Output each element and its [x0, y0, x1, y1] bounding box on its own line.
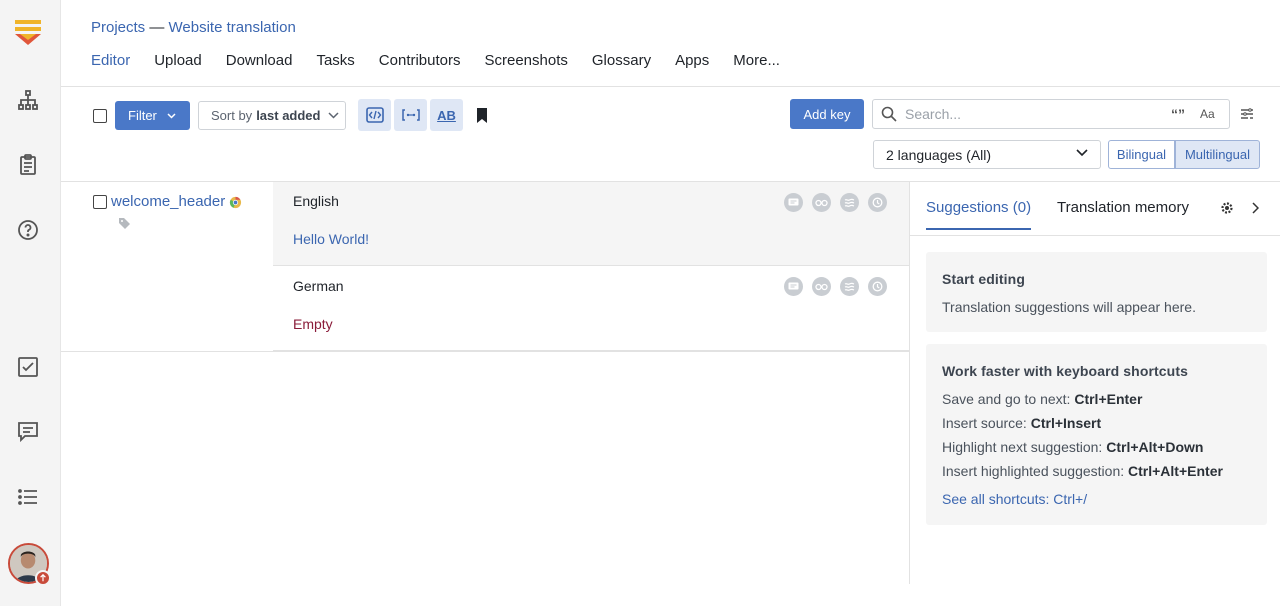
card-text: Translation suggestions will appear here…: [942, 299, 1196, 315]
code-icon: [365, 107, 384, 123]
language-label: German: [293, 278, 344, 294]
placeholders-button[interactable]: [394, 99, 427, 131]
tab-screenshots[interactable]: Screenshots: [485, 52, 568, 75]
search-icon: [881, 106, 897, 122]
tab-suggestions[interactable]: Suggestions (0): [926, 199, 1032, 230]
tab-glossary[interactable]: Glossary: [592, 52, 651, 75]
chevron-down-icon: [167, 112, 176, 119]
sitemap-icon[interactable]: [14, 86, 42, 114]
sort-dropdown[interactable]: Sort by last added: [198, 101, 346, 130]
layout-settings-icon[interactable]: [1240, 107, 1254, 121]
filter-button[interactable]: Filter: [115, 101, 190, 130]
preview-icon[interactable]: [812, 277, 831, 296]
search-input[interactable]: [905, 106, 1155, 122]
case-sensitive-toggle[interactable]: Aa: [1200, 107, 1215, 121]
multilingual-toggle[interactable]: Multilingual: [1175, 140, 1260, 169]
app-logo-icon[interactable]: [14, 18, 42, 48]
app: Projects — Website translation Editor Up…: [0, 0, 1280, 606]
row-actions: [784, 277, 887, 296]
chrome-icon: [229, 196, 242, 209]
clipboard-icon[interactable]: [14, 151, 42, 179]
gear-icon[interactable]: [1220, 201, 1234, 215]
card-title: Start editing: [942, 271, 1025, 287]
spellcheck-icon: AB: [437, 107, 456, 123]
tab-download[interactable]: Download: [226, 52, 293, 75]
tab-editor[interactable]: Editor: [91, 52, 130, 75]
see-all-shortcuts-link[interactable]: See all shortcuts: Ctrl+/: [942, 491, 1087, 507]
translation-row-german[interactable]: German Empty: [273, 266, 910, 351]
chevron-down-icon: [328, 112, 340, 119]
shortcuts-card: Work faster with keyboard shortcuts Save…: [926, 344, 1267, 525]
similar-icon[interactable]: [840, 193, 859, 212]
start-editing-card: Start editing Translation suggestions wi…: [926, 252, 1267, 332]
chevron-down-icon: [1076, 149, 1088, 157]
chevron-right-icon[interactable]: [1251, 202, 1259, 214]
history-icon[interactable]: [868, 277, 887, 296]
breadcrumb-project-link[interactable]: Website translation: [169, 19, 296, 36]
tab-upload[interactable]: Upload: [154, 52, 202, 75]
upload-badge-icon: [35, 570, 51, 586]
row-actions: [784, 193, 887, 212]
search-box: “” Aa: [872, 99, 1230, 129]
languages-select-value: 2 languages (All): [886, 146, 992, 163]
card-title: Work faster with keyboard shortcuts: [942, 363, 1188, 379]
comment-icon[interactable]: [784, 277, 803, 296]
panel-tabs-divider: [910, 235, 1280, 236]
sort-prefix: Sort by: [211, 108, 253, 123]
tab-tasks[interactable]: Tasks: [316, 52, 354, 75]
spellcheck-button[interactable]: AB: [430, 99, 463, 131]
left-rail: [0, 0, 61, 606]
header-divider: [61, 86, 1280, 87]
breadcrumb-separator: —: [149, 19, 165, 36]
bilingual-toggle[interactable]: Bilingual: [1108, 140, 1175, 169]
exact-match-toggle[interactable]: “”: [1171, 106, 1185, 122]
code-view-button[interactable]: [358, 99, 391, 131]
breadcrumb-projects-link[interactable]: Projects: [91, 19, 145, 36]
bookmark-icon[interactable]: [473, 106, 491, 124]
translation-text[interactable]: Hello World!: [293, 231, 369, 247]
history-icon[interactable]: [868, 193, 887, 212]
tab-more[interactable]: More...: [733, 52, 780, 75]
comments-icon[interactable]: [14, 417, 42, 445]
languages-select[interactable]: 2 languages (All): [873, 140, 1101, 169]
sort-value: last added: [256, 108, 321, 123]
tab-apps[interactable]: Apps: [675, 52, 709, 75]
list-icon[interactable]: [14, 483, 42, 511]
tag-icon[interactable]: [118, 217, 131, 230]
comment-icon[interactable]: [784, 193, 803, 212]
tab-translation-memory[interactable]: Translation memory: [1057, 199, 1189, 228]
shortcut-item: Insert highlighted suggestion: Ctrl+Alt+…: [942, 463, 1223, 479]
breadcrumb: Projects — Website translation: [91, 19, 296, 36]
translation-text[interactable]: Empty: [293, 316, 333, 332]
placeholder-icon: [401, 109, 420, 121]
tab-contributors[interactable]: Contributors: [379, 52, 461, 75]
filter-label: Filter: [128, 108, 157, 123]
row-divider: [61, 351, 910, 352]
panel-divider: [909, 182, 910, 584]
select-all-checkbox[interactable]: [93, 109, 107, 123]
project-nav: Editor Upload Download Tasks Contributor…: [91, 52, 804, 75]
add-key-button[interactable]: Add key: [790, 99, 864, 129]
preview-icon[interactable]: [812, 193, 831, 212]
shortcut-item: Highlight next suggestion: Ctrl+Alt+Down: [942, 439, 1204, 455]
shortcut-item: Insert source: Ctrl+Insert: [942, 415, 1102, 431]
similar-icon[interactable]: [840, 277, 859, 296]
translation-row-english[interactable]: English Hello World!: [273, 182, 910, 266]
shortcut-item: Save and go to next: Ctrl+Enter: [942, 391, 1143, 407]
help-icon[interactable]: [14, 216, 42, 244]
key-checkbox[interactable]: [93, 195, 107, 209]
key-name-link[interactable]: welcome_header: [111, 193, 225, 210]
checklist-icon[interactable]: [14, 353, 42, 381]
language-label: English: [293, 193, 339, 209]
